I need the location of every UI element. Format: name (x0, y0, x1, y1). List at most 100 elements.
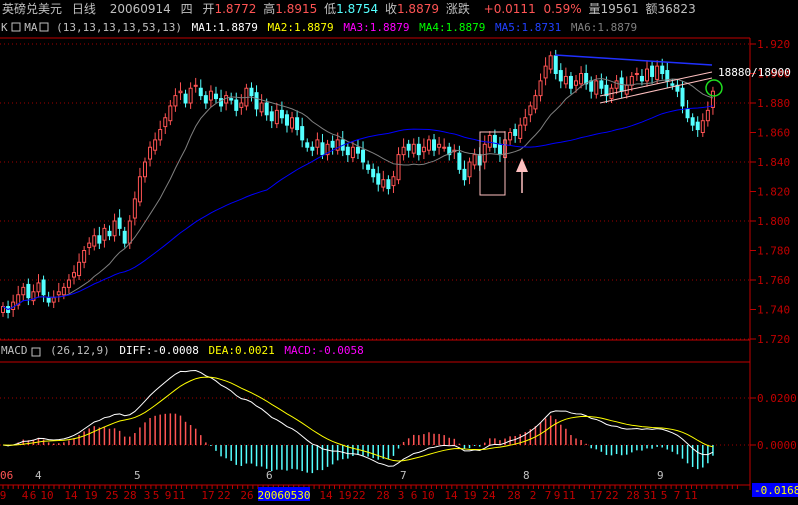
date-label: 28 (507, 489, 520, 502)
date: 20060914 (110, 2, 171, 16)
candle (690, 113, 695, 132)
ma-label[interactable]: MA (24, 21, 38, 34)
candle (675, 79, 680, 98)
date-label: 10 (40, 489, 53, 502)
candle (107, 225, 112, 241)
candle (381, 170, 386, 192)
change-value: +0.0111 (484, 2, 536, 16)
candle (355, 139, 360, 160)
up-arrow-icon (516, 158, 528, 193)
date-label: 14 (319, 489, 333, 502)
date-label: 22 (217, 489, 230, 502)
price-axis-label: 1.820 (757, 186, 790, 199)
candle (117, 209, 122, 236)
candle (213, 86, 218, 103)
candle (492, 129, 497, 154)
candle (528, 101, 533, 123)
candle (56, 282, 61, 303)
candle (482, 135, 487, 170)
ma-params: (13,13,13,13,53,13) (56, 21, 182, 34)
candle (158, 120, 163, 146)
candle (71, 265, 76, 285)
low-value: 1.8754 (336, 2, 378, 16)
date-label: 14 (444, 489, 458, 502)
high-label: 高 (263, 1, 275, 16)
candle (249, 82, 254, 102)
symbol-name: 英磅兑美元 (2, 1, 62, 16)
candle (132, 191, 137, 226)
date-label: 28 (626, 489, 639, 502)
candle (102, 223, 107, 248)
ma1-value: MA1:1.8879 (192, 21, 258, 34)
candle (645, 60, 650, 87)
candle (153, 132, 158, 155)
candle (77, 253, 82, 280)
candle (315, 132, 320, 155)
date-label: 9 (165, 489, 172, 502)
month-label: 8 (523, 469, 530, 482)
candle (584, 64, 589, 90)
candle (700, 113, 705, 137)
candle (624, 76, 629, 99)
candle (87, 237, 92, 255)
date-label: 6 (30, 489, 37, 502)
candle (224, 91, 229, 111)
price-axis-label: 1.780 (757, 245, 790, 258)
candle (705, 101, 710, 127)
candle (193, 77, 198, 93)
price-annotation: 18880/18900 (718, 66, 791, 79)
candle (274, 103, 279, 129)
candle (290, 111, 295, 133)
macd-label: MACD (1, 344, 28, 357)
candle (198, 79, 203, 101)
date-label: 28 (123, 489, 136, 502)
volume-value: 19561 (601, 2, 639, 16)
price-axis-label: 1.840 (757, 156, 790, 169)
candle (300, 117, 305, 148)
candle (66, 274, 71, 294)
date-label: 9 (554, 489, 561, 502)
candle (254, 85, 259, 117)
date-label: 10 (421, 489, 434, 502)
svg-text:K MA (13,13,13,13,53,1: K MA (13,13,13,13,53,13) MA1:1.8879 MA2:… (1, 21, 637, 34)
ma5-value: MA5:1.8731 (495, 21, 561, 34)
candle (350, 141, 355, 162)
candle (416, 136, 421, 161)
amount-value: 36823 (658, 2, 696, 16)
change-pct: 0.59% (544, 2, 582, 16)
candle (183, 89, 188, 108)
candle (366, 160, 371, 174)
volume-label: 量 (588, 2, 600, 16)
candle (310, 141, 315, 157)
candle (203, 91, 208, 109)
candle (472, 148, 477, 170)
price-axis-label: 1.720 (757, 333, 790, 346)
candle (695, 116, 700, 137)
chart-window: 英磅兑美元 日线 20060914 四 开1.8772 高1.8915 低1.8… (0, 1, 798, 502)
candle (178, 82, 183, 101)
ma-long-line (2, 105, 714, 311)
month-label: 6 (266, 469, 273, 482)
date-label: 5 (661, 489, 668, 502)
month-label: 9 (657, 469, 664, 482)
candle (533, 89, 538, 114)
candle (46, 291, 51, 307)
candle (386, 175, 391, 195)
candle (614, 74, 619, 95)
candle (122, 226, 127, 248)
price-axis-label: 1.920 (757, 38, 790, 51)
open-label: 开 (202, 2, 214, 16)
selected-date: 20060530 (258, 489, 311, 502)
resistance-trendline[interactable] (554, 54, 713, 66)
candle (163, 113, 168, 134)
candle (599, 73, 604, 95)
candle (295, 110, 300, 136)
macd-value: MACD:-0.0058 (284, 344, 363, 357)
candle (639, 69, 644, 86)
date-label: 19 (84, 489, 97, 502)
candle (437, 136, 442, 155)
candle (112, 213, 117, 242)
candle (208, 85, 213, 108)
high-value: 1.8915 (275, 2, 317, 16)
candle (92, 228, 97, 251)
